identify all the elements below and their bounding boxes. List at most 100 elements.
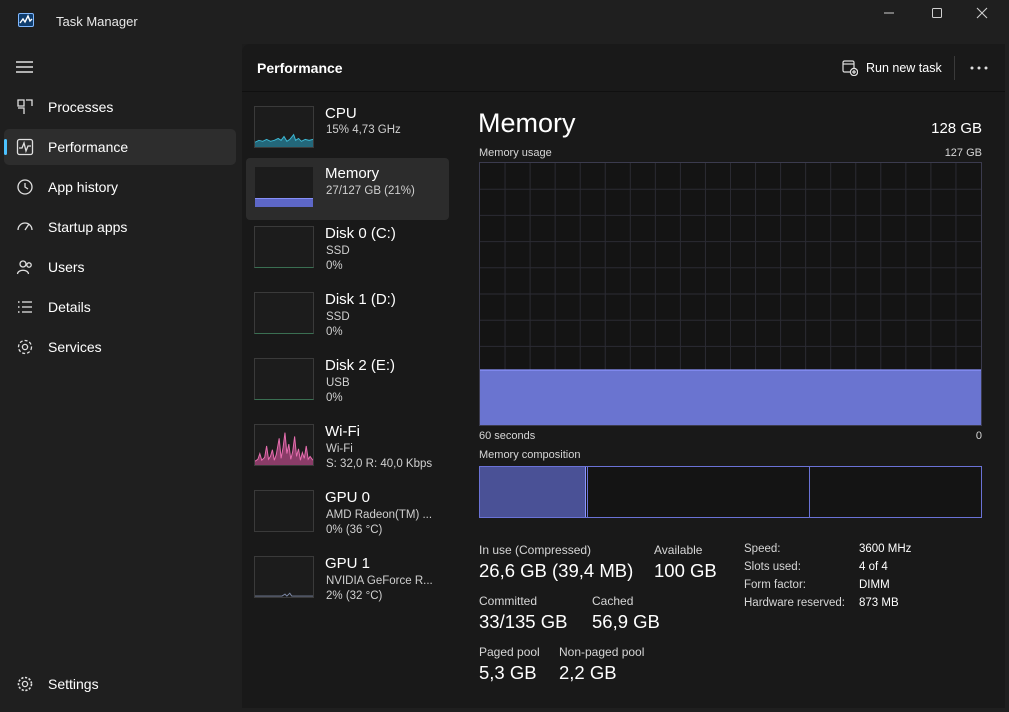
maximize-icon — [932, 8, 942, 18]
sidebar-item-processes[interactable]: Processes — [4, 89, 236, 125]
spec-value-hardware-reserved: 873 MB — [859, 597, 899, 609]
startup-apps-icon — [17, 222, 33, 231]
sidebar-item-label: Details — [48, 299, 91, 315]
processes-icon — [17, 99, 33, 114]
more-options-button[interactable] — [964, 56, 994, 80]
sidebar-item-label: Services — [48, 339, 102, 355]
device-disk-1[interactable]: Disk 1 (D:) SSD 0% — [246, 284, 449, 346]
device-name: Disk 1 (D:) — [325, 291, 396, 308]
device-model: AMD Radeon(TM) ... — [326, 509, 433, 521]
device-name: Disk 0 (C:) — [325, 225, 396, 242]
available-value: 100 GB — [654, 560, 717, 581]
minimize-button[interactable] — [866, 0, 912, 26]
hamburger-menu-icon[interactable] — [16, 60, 34, 74]
composition-in-use — [480, 467, 586, 517]
gear-icon — [17, 676, 33, 692]
settings-label: Settings — [48, 676, 99, 692]
details-icon — [18, 301, 32, 313]
sidebar-item-app-history[interactable]: App history — [4, 169, 236, 205]
run-new-task-button[interactable]: Run new task — [842, 56, 942, 80]
cpu-thumbnail-graph — [254, 106, 314, 148]
composition-modified — [587, 467, 588, 517]
device-memory[interactable]: Memory 27/127 GB (21%) — [246, 158, 449, 220]
sidebar-item-users[interactable]: Users — [4, 249, 236, 285]
services-icon — [17, 339, 33, 355]
window-edge — [1005, 44, 1009, 712]
disk-2-thumbnail-graph — [254, 358, 314, 400]
device-usage: 0% (36 °C) — [326, 524, 383, 536]
device-cpu[interactable]: CPU 15% 4,73 GHz — [246, 98, 449, 160]
page-title: Performance — [257, 60, 343, 76]
device-gpu-0[interactable]: GPU 0 AMD Radeon(TM) ... 0% (36 °C) — [246, 482, 449, 544]
device-name: GPU 0 — [325, 489, 371, 506]
close-button[interactable] — [959, 0, 1005, 26]
memory-composition-bar — [479, 466, 982, 518]
close-icon — [976, 7, 988, 19]
more-icon — [970, 66, 988, 70]
available-label: Available — [654, 543, 703, 557]
non-paged-pool-label: Non-paged pool — [559, 645, 645, 659]
minimize-icon — [884, 12, 894, 14]
window-title: Task Manager — [56, 14, 138, 29]
wifi-thumbnail-graph — [254, 424, 314, 466]
memory-usage-label: Memory usage — [479, 147, 552, 159]
device-detail: 27/127 GB (21%) — [326, 185, 415, 197]
device-disk-0[interactable]: Disk 0 (C:) SSD 0% — [246, 218, 449, 280]
users-icon — [16, 260, 32, 275]
device-type: Wi-Fi — [326, 443, 353, 455]
device-gpu-1[interactable]: GPU 1 NVIDIA GeForce R... 2% (32 °C) — [246, 548, 449, 610]
sidebar-item-label: Users — [48, 259, 85, 275]
spec-label-slots: Slots used: — [744, 561, 801, 573]
window-edge — [242, 708, 1009, 712]
spec-value-speed: 3600 MHz — [859, 543, 912, 555]
paged-pool-label: Paged pool — [479, 645, 540, 659]
device-name: CPU — [325, 105, 357, 122]
sidebar-item-settings[interactable]: Settings — [4, 666, 236, 702]
memory-usage-max: 127 GB — [944, 147, 982, 159]
sidebar-item-label: Startup apps — [48, 219, 128, 235]
spec-label-form-factor: Form factor: — [744, 579, 806, 591]
gpu-1-thumbnail-graph — [254, 556, 314, 598]
device-model: NVIDIA GeForce R... — [326, 575, 433, 587]
device-type: SSD — [326, 245, 350, 257]
gpu-0-thumbnail-graph — [254, 490, 314, 532]
sidebar-item-performance[interactable]: Performance — [4, 129, 236, 165]
maximize-button[interactable] — [914, 0, 960, 26]
device-disk-2[interactable]: Disk 2 (E:) USB 0% — [246, 350, 449, 412]
paged-pool-value: 5,3 GB — [479, 662, 537, 683]
committed-value: 33/135 GB — [479, 611, 568, 632]
device-wifi[interactable]: Wi-Fi Wi-Fi S: 32,0 R: 40,0 Kbps — [246, 416, 449, 478]
memory-composition-label: Memory composition — [479, 449, 581, 461]
device-name: GPU 1 — [325, 555, 371, 572]
sidebar-item-label: Performance — [48, 139, 129, 155]
main-content: Performance Run new task CPU 15% 4,73 GH… — [242, 44, 1005, 708]
sidebar-item-label: Processes — [48, 99, 114, 115]
cached-label: Cached — [592, 594, 634, 608]
sidebar-item-startup-apps[interactable]: Startup apps — [4, 209, 236, 245]
device-type: SSD — [326, 311, 350, 323]
in-use-value: 26,6 GB (39,4 MB) — [479, 560, 634, 581]
spec-value-form-factor: DIMM — [859, 579, 890, 591]
spec-label-hardware-reserved: Hardware reserved: — [744, 597, 845, 609]
run-task-icon — [842, 60, 858, 76]
sidebar-item-details[interactable]: Details — [4, 289, 236, 325]
memory-usage-graph — [479, 162, 982, 426]
run-task-label: Run new task — [866, 61, 942, 75]
spec-value-slots: 4 of 4 — [859, 561, 888, 573]
memory-detail-panel: Memory 128 GB Memory usage 127 GB 60 sec… — [478, 92, 998, 708]
sidebar: Processes Performance App history Startu… — [0, 44, 242, 712]
composition-standby — [809, 467, 810, 517]
disk-1-thumbnail-graph — [254, 292, 314, 334]
device-usage: 0% — [326, 260, 343, 272]
performance-icon — [16, 138, 34, 156]
sidebar-item-services[interactable]: Services — [4, 329, 236, 365]
memory-title: Memory — [478, 108, 576, 138]
disk-0-thumbnail-graph — [254, 226, 314, 268]
title-bar: Task Manager — [0, 0, 1009, 44]
device-usage: 2% (32 °C) — [326, 590, 383, 602]
device-usage: 0% — [326, 326, 343, 338]
device-usage: 0% — [326, 392, 343, 404]
device-detail: 15% 4,73 GHz — [326, 124, 401, 136]
task-manager-icon — [18, 13, 34, 27]
memory-usage-fill — [480, 369, 981, 425]
